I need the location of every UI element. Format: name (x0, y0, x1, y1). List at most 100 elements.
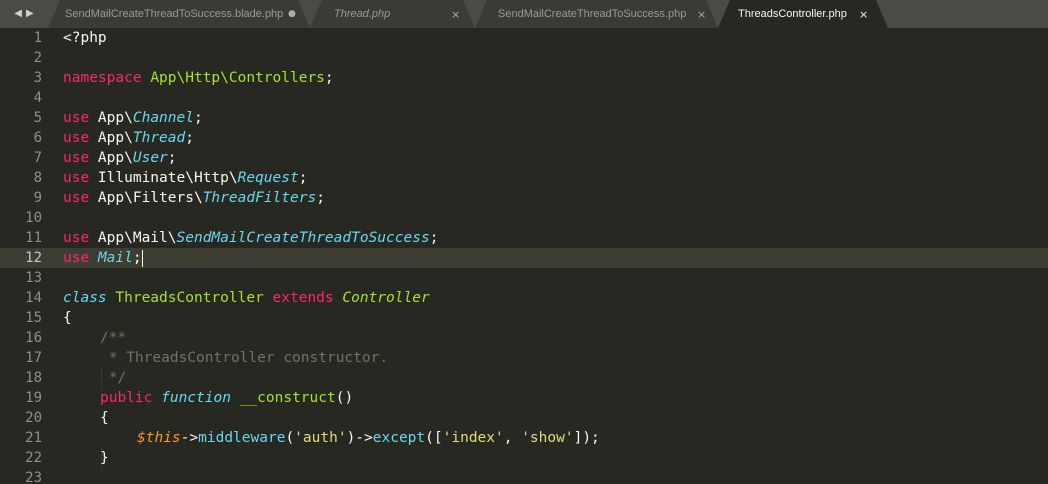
code-line: /** (100, 328, 126, 348)
line-number: 3 (33, 70, 42, 86)
punct: ; (132, 250, 142, 266)
current-line-highlight (0, 248, 1048, 268)
tab-forward-icon[interactable]: ▶ (26, 9, 34, 19)
tab-label: ThreadsController.php (738, 8, 847, 20)
tab-sendmail[interactable]: SendMailCreateThreadToSuccess.php × (475, 0, 718, 28)
line-number: 16 (25, 330, 42, 346)
comment: */ (100, 370, 127, 386)
punct: )-> (346, 430, 373, 446)
close-icon[interactable]: × (697, 8, 706, 21)
punct: ; (185, 130, 194, 146)
punct: ; (298, 170, 308, 186)
tab-bar: ◀ ▶ SendMailCreateThreadToSuccess.blade.… (0, 0, 1048, 28)
namespace-path: App\ (89, 150, 133, 166)
code-line: use App\User; (63, 148, 177, 168)
punct: ; (316, 190, 325, 206)
class-name: ThreadFilters (202, 190, 317, 206)
line-number: 15 (25, 310, 42, 326)
keyword: public (100, 390, 153, 406)
code-line: namespace App\Http\Controllers; (63, 68, 334, 88)
punct: ; (193, 110, 203, 126)
class-name: Request (237, 170, 299, 186)
class-name: Channel (132, 110, 194, 126)
close-icon[interactable]: × (451, 8, 460, 21)
class-name: Thread (132, 130, 186, 146)
string: 'index' (442, 430, 504, 446)
line-number: 1 (33, 30, 42, 46)
tab-label: SendMailCreateThreadToSuccess.blade.php (65, 8, 284, 20)
code-line: * ThreadsController constructor. (100, 348, 388, 368)
tab-label: Thread.php (334, 8, 391, 20)
code-editor[interactable]: 1 2 3 4 5 6 7 8 9 10 11 12 13 14 15 16 1… (0, 28, 1048, 484)
keyword: use (63, 190, 90, 206)
line-number: 8 (33, 170, 42, 186)
tab-sendmail-blade[interactable]: SendMailCreateThreadToSuccess.blade.php … (48, 0, 310, 28)
tab-threadscontroller[interactable]: ThreadsController.php × (718, 0, 888, 28)
line-number: 2 (33, 50, 42, 66)
code-line: use App\Thread; (63, 128, 194, 148)
tab-label: SendMailCreateThreadToSuccess.php (498, 8, 687, 20)
text-cursor (141, 249, 143, 267)
tab-thread[interactable]: Thread.php × (310, 0, 475, 28)
line-number-current: 12 (25, 250, 42, 266)
class-name: Mail (97, 250, 133, 266)
line-number: 18 (25, 370, 42, 386)
namespace-path: App\ (89, 110, 133, 126)
string: 'auth' (294, 430, 347, 446)
punct: } (100, 450, 109, 466)
keyword: use (63, 230, 90, 246)
line-number: 9 (33, 190, 42, 206)
punct: { (63, 310, 72, 326)
keyword: use (63, 110, 90, 126)
line-number: 10 (25, 210, 42, 226)
line-number: 13 (25, 270, 42, 286)
code-line: */ (100, 368, 126, 388)
namespace-path: App\Filters\ (89, 190, 203, 206)
method-name: except (372, 430, 426, 446)
keyword: use (63, 150, 90, 166)
string: 'show' (521, 430, 574, 446)
close-icon[interactable]: × (859, 8, 868, 21)
line-number: 6 (33, 130, 42, 146)
punct: ( (285, 430, 295, 446)
class-declaration: ThreadsController (115, 290, 264, 306)
namespace-path: Illuminate\Http\ (89, 170, 238, 186)
code-line: } (100, 448, 109, 468)
keyword: use (63, 130, 90, 146)
namespace-name: App\Http\Controllers (150, 70, 325, 86)
code-line: use App\Channel; (63, 108, 203, 128)
punct: ; (167, 150, 177, 166)
code-line: public function __construct() (100, 388, 353, 408)
line-number: 5 (33, 110, 42, 126)
code-line-current: use Mail; (63, 248, 143, 268)
line-number: 7 (33, 150, 42, 166)
line-number: 22 (25, 450, 42, 466)
keyword: function (161, 390, 231, 406)
code-line: $this->middleware('auth')->except(['inde… (137, 428, 600, 448)
punct: , (503, 430, 522, 446)
variable: $this (137, 430, 181, 446)
class-name: User (132, 150, 168, 166)
tab-back-icon[interactable]: ◀ (14, 9, 22, 19)
method-name: middleware (198, 430, 286, 446)
code-line: use App\Filters\ThreadFilters; (63, 188, 325, 208)
code-line: use Illuminate\Http\Request; (63, 168, 307, 188)
comment: * ThreadsController constructor. (100, 350, 389, 366)
keyword: use (63, 170, 90, 186)
keyword: namespace (63, 70, 142, 86)
punct: () (335, 390, 354, 406)
code-line: { (100, 408, 109, 428)
function-name: __construct (239, 390, 336, 406)
code-line: { (63, 308, 72, 328)
punct: -> (180, 430, 199, 446)
unsaved-dot-icon[interactable]: ● (288, 9, 296, 19)
keyword: extends (272, 290, 334, 306)
punct: { (100, 410, 109, 426)
line-number: 14 (25, 290, 42, 306)
punct: ]); (573, 430, 600, 446)
